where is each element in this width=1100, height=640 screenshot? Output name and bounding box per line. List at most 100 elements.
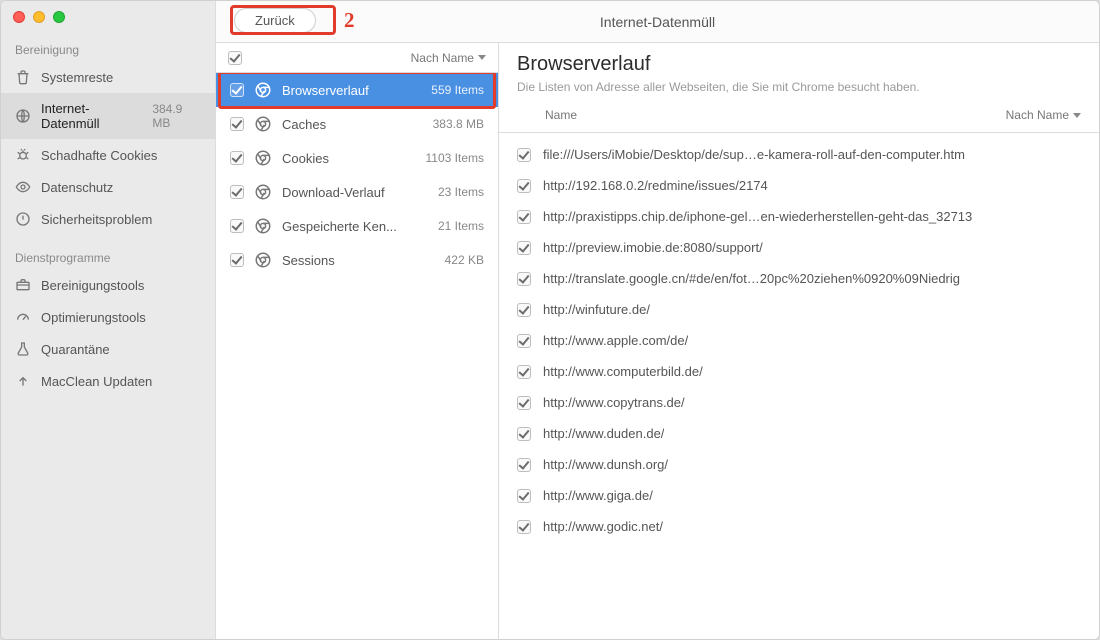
sort-button[interactable]: Nach Name — [411, 51, 486, 65]
category-info: 21 Items — [438, 219, 484, 233]
history-url: http://www.duden.de/ — [543, 426, 664, 441]
sidebar-item-label: Quarantäne — [41, 342, 110, 357]
sidebar-item-quarantaene[interactable]: Quarantäne — [1, 333, 215, 365]
history-row[interactable]: file:///Users/iMobie/Desktop/de/sup…e-ka… — [517, 139, 1081, 170]
history-row[interactable]: http://winfuture.de/ — [517, 294, 1081, 325]
category-row[interactable]: Caches 383.8 MB — [216, 107, 498, 141]
sidebar-item-label: MacClean Updaten — [41, 374, 152, 389]
row-checkbox[interactable] — [517, 303, 531, 317]
zoom-window-button[interactable] — [53, 11, 65, 23]
category-info: 383.8 MB — [433, 117, 484, 131]
back-button[interactable]: Zurück — [234, 8, 316, 33]
history-url: http://www.godic.net/ — [543, 519, 663, 534]
history-url: http://translate.google.cn/#de/en/fot…20… — [543, 271, 960, 286]
history-url: http://www.apple.com/de/ — [543, 333, 688, 348]
category-info: 1103 Items — [426, 151, 484, 165]
row-checkbox[interactable] — [230, 83, 244, 97]
category-row[interactable]: Sessions422 KB — [216, 243, 498, 277]
sidebar-item-label: Optimierungstools — [41, 310, 146, 325]
row-checkbox[interactable] — [230, 185, 244, 199]
history-row[interactable]: http://www.computerbild.de/ — [517, 356, 1081, 387]
row-checkbox[interactable] — [517, 427, 531, 441]
row-checkbox[interactable] — [517, 272, 531, 286]
select-all-checkbox[interactable] — [228, 51, 242, 65]
row-checkbox[interactable] — [230, 117, 244, 131]
history-row[interactable]: http://www.godic.net/ — [517, 511, 1081, 542]
sidebar-item-datenschutz[interactable]: Datenschutz — [1, 171, 215, 203]
history-row[interactable]: http://www.apple.com/de/ — [517, 325, 1081, 356]
sidebar-group-tools-label: Dienstprogramme — [1, 245, 215, 269]
history-url: http://192.168.0.2/redmine/issues/2174 — [543, 178, 768, 193]
sidebar-item-label: Schadhafte Cookies — [41, 148, 157, 163]
category-row[interactable]: Download-Verlauf 23 Items — [216, 175, 498, 209]
row-checkbox[interactable] — [230, 151, 244, 165]
row-checkbox[interactable] — [230, 219, 244, 233]
sidebar-group-cleanup-label: Bereinigung — [1, 37, 215, 61]
history-row[interactable]: http://www.duden.de/ — [517, 418, 1081, 449]
category-label: Download-Verlauf — [282, 185, 428, 200]
sidebar-item-schadhafte-cookies[interactable]: Schadhafte Cookies — [1, 139, 215, 171]
detail-pane: Browserverlauf Die Listen von Adresse al… — [499, 43, 1099, 639]
row-checkbox[interactable] — [517, 489, 531, 503]
row-checkbox[interactable] — [517, 179, 531, 193]
category-info: 23 Items — [438, 185, 484, 199]
sidebar-item-sicherheitsproblem[interactable]: Sicherheitsproblem — [1, 203, 215, 235]
chevron-down-icon — [1073, 113, 1081, 118]
chrome-icon — [254, 183, 272, 201]
detail-description: Die Listen von Adresse aller Webseiten, … — [517, 80, 1081, 94]
row-checkbox[interactable] — [230, 253, 244, 267]
chrome-icon — [254, 81, 272, 99]
sort-label-text: Nach Name — [411, 51, 474, 65]
eye-icon — [15, 179, 31, 195]
chrome-icon — [254, 217, 272, 235]
history-row[interactable]: http://preview.imobie.de:8080/support/ — [517, 232, 1081, 263]
detail-sort-button[interactable]: Nach Name — [1006, 108, 1081, 122]
sidebar-item-label: Bereinigungstools — [41, 278, 144, 293]
history-url: file:///Users/iMobie/Desktop/de/sup…e-ka… — [543, 147, 965, 162]
detail-header: Browserverlauf Die Listen von Adresse al… — [499, 43, 1099, 133]
row-checkbox[interactable] — [517, 520, 531, 534]
history-row[interactable]: http://www.dunsh.org/ — [517, 449, 1081, 480]
row-checkbox[interactable] — [517, 458, 531, 472]
sidebar-item-systemreste[interactable]: Systemreste — [1, 61, 215, 93]
history-row[interactable]: http://192.168.0.2/redmine/issues/2174 — [517, 170, 1081, 201]
category-label: Caches — [282, 117, 423, 132]
detail-column-header: Name Nach Name — [517, 106, 1081, 126]
category-label: Browserverlauf — [282, 83, 421, 98]
titlebar: Zurück 2 Internet-Datenmüll — [216, 1, 1099, 43]
history-url: http://winfuture.de/ — [543, 302, 650, 317]
window-controls — [1, 1, 215, 37]
history-url: http://preview.imobie.de:8080/support/ — [543, 240, 763, 255]
row-checkbox[interactable] — [517, 334, 531, 348]
history-url: http://praxistipps.chip.de/iphone-gel…en… — [543, 209, 972, 224]
detail-list[interactable]: file:///Users/iMobie/Desktop/de/sup…e-ka… — [499, 133, 1099, 639]
row-checkbox[interactable] — [517, 148, 531, 162]
history-row[interactable]: http://www.giga.de/ — [517, 480, 1081, 511]
sidebar-item-bereinigungstools[interactable]: Bereinigungstools — [1, 269, 215, 301]
toolbox-icon — [15, 277, 31, 293]
row-checkbox[interactable] — [517, 241, 531, 255]
history-row[interactable]: http://translate.google.cn/#de/en/fot…20… — [517, 263, 1081, 294]
sidebar-item-label: Datenschutz — [41, 180, 113, 195]
sidebar-item-size: 384.9 MB — [152, 102, 201, 130]
sidebar-item-internet-datenmuell[interactable]: Internet-Datenmüll 384.9 MB — [1, 93, 215, 139]
history-url: http://www.computerbild.de/ — [543, 364, 703, 379]
sidebar-item-optimierungstools[interactable]: Optimierungstools — [1, 301, 215, 333]
detail-sort-label: Nach Name — [1006, 108, 1069, 122]
history-url: http://www.copytrans.de/ — [543, 395, 685, 410]
minimize-window-button[interactable] — [33, 11, 45, 23]
row-checkbox[interactable] — [517, 365, 531, 379]
category-row[interactable]: Cookies1103 Items — [216, 141, 498, 175]
category-row[interactable]: Gespeicherte Ken...21 Items — [216, 209, 498, 243]
history-row[interactable]: http://www.copytrans.de/ — [517, 387, 1081, 418]
trash-icon — [15, 69, 31, 85]
row-checkbox[interactable] — [517, 210, 531, 224]
detail-title: Browserverlauf — [517, 53, 1081, 76]
category-info: 422 KB — [445, 253, 484, 267]
app-window: Bereinigung Systemreste Internet-Datenmü… — [0, 0, 1100, 640]
sidebar-item-macclean-updaten[interactable]: MacClean Updaten — [1, 365, 215, 397]
category-row[interactable]: Browserverlauf559 Items1 — [216, 73, 498, 107]
history-row[interactable]: http://praxistipps.chip.de/iphone-gel…en… — [517, 201, 1081, 232]
row-checkbox[interactable] — [517, 396, 531, 410]
close-window-button[interactable] — [13, 11, 25, 23]
